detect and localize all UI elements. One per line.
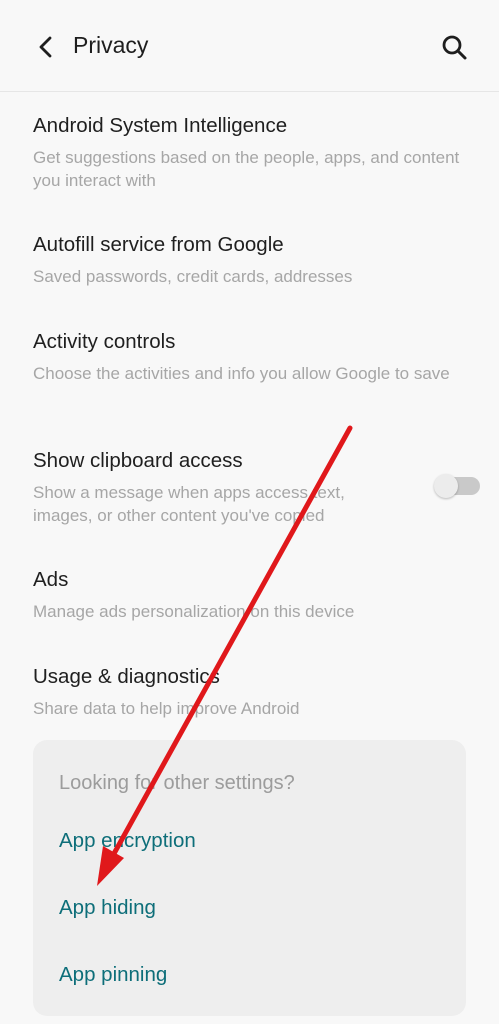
- setting-subtitle: Get suggestions based on the people, app…: [33, 148, 460, 190]
- setting-show-clipboard-access[interactable]: Show clipboard access Show a message whe…: [33, 449, 403, 527]
- back-arrow-icon[interactable]: [32, 33, 60, 61]
- setting-ads[interactable]: Ads Manage ads personalization on this d…: [33, 568, 473, 623]
- setting-subtitle: Share data to help improve Android: [33, 699, 300, 718]
- clipboard-access-toggle[interactable]: [434, 474, 480, 498]
- toggle-knob: [434, 474, 458, 498]
- setting-subtitle: Show a message when apps access text, im…: [33, 483, 345, 525]
- app-pinning-link[interactable]: App pinning: [59, 963, 167, 987]
- page-title: Privacy: [73, 32, 149, 58]
- setting-title: Android System Intelligence: [33, 114, 288, 137]
- setting-subtitle: Manage ads personalization on this devic…: [33, 602, 355, 621]
- search-icon[interactable]: [440, 33, 468, 61]
- setting-title: Activity controls: [33, 330, 176, 353]
- setting-title: Usage & diagnostics: [33, 665, 220, 688]
- setting-subtitle: Saved passwords, credit cards, addresses: [33, 267, 353, 286]
- setting-title: Ads: [33, 568, 69, 591]
- other-settings-card: Looking for other settings? App encrypti…: [33, 740, 466, 1016]
- setting-autofill-service[interactable]: Autofill service from Google Saved passw…: [33, 233, 473, 288]
- setting-activity-controls[interactable]: Activity controls Choose the activities …: [33, 330, 473, 385]
- setting-subtitle: Choose the activities and info you allow…: [33, 364, 450, 383]
- app-encryption-link[interactable]: App encryption: [59, 829, 196, 853]
- other-settings-heading: Looking for other settings?: [59, 772, 295, 794]
- setting-usage-diagnostics[interactable]: Usage & diagnostics Share data to help i…: [33, 665, 473, 720]
- app-hiding-link[interactable]: App hiding: [59, 896, 156, 920]
- setting-android-system-intelligence[interactable]: Android System Intelligence Get suggesti…: [33, 114, 473, 192]
- setting-title: Autofill service from Google: [33, 233, 284, 256]
- app-bar: Privacy: [0, 0, 499, 92]
- setting-title: Show clipboard access: [33, 449, 243, 472]
